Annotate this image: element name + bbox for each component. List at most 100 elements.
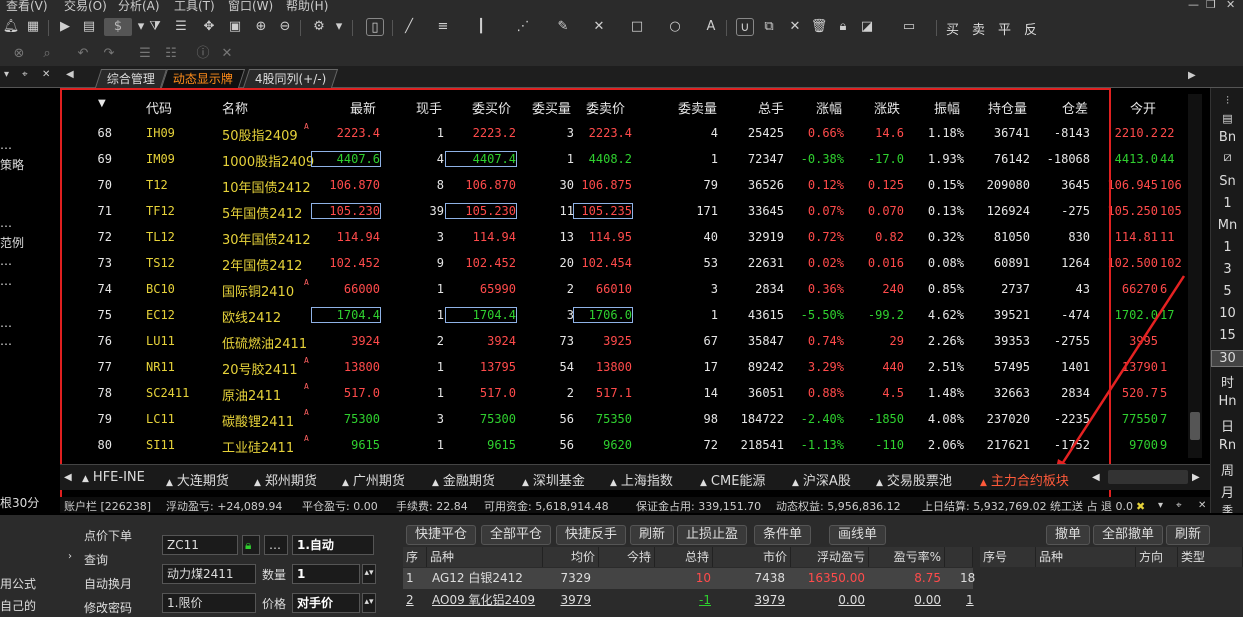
period-month[interactable]: 月 [1211, 482, 1243, 501]
price-input[interactable]: 对手价 [292, 593, 360, 613]
document-icon[interactable]: ▤ [80, 18, 98, 36]
tab-left-icon[interactable]: ◀ [66, 69, 74, 80]
pos-header-extra[interactable] [945, 547, 973, 567]
sell-button[interactable]: 卖 [972, 19, 985, 38]
market-tab-financial[interactable]: ▲ 金融期货 [432, 470, 495, 489]
table-row[interactable]: 76 LU11 低硫燃油2411 3924 2 3924 73 3925 67 35847 0.74… [60, 330, 1210, 356]
quantity-input[interactable]: 1 [292, 564, 360, 584]
period-hn[interactable]: Hn [1211, 394, 1243, 409]
header-ask[interactable]: 委卖价 [586, 98, 625, 117]
market-tab-guangzhou[interactable]: ▲ 广州期货 [342, 470, 405, 489]
table-row[interactable]: 80 SI11 工业硅2411 A 9615 1 9615 56 9620 72 218541 -1.… [60, 434, 1210, 460]
table-row[interactable]: 75 EC12 欧线2412 1704.4 1 1704.4 3 1706.0 1 43615 -5… [60, 304, 1210, 330]
header-code[interactable]: 代码 [146, 98, 172, 117]
conditional-order-button[interactable]: 条件单 [754, 525, 812, 545]
circle-tool-icon[interactable]: ○ [666, 18, 684, 36]
header-open[interactable]: 今开 [1130, 98, 1156, 117]
pos-seq[interactable]: 2 [406, 590, 414, 611]
menu-analysis[interactable]: 分析(A) [118, 0, 160, 12]
pos-header-symbol[interactable]: 品种 [427, 547, 543, 567]
mouse-icon[interactable]: ▯ [366, 18, 384, 36]
align-icon[interactable]: ☰ [136, 45, 154, 63]
pos-seq[interactable]: 1 [406, 568, 414, 589]
fib-tool-icon[interactable]: ≡ [434, 18, 452, 36]
text-tool-icon[interactable]: A [702, 18, 720, 36]
table-row[interactable]: 78 SC2411 原油2411 A 517.0 1 517.0 2 517.1 14 36051 0… [60, 382, 1210, 408]
delete-icon[interactable]: ⊗ [10, 45, 28, 63]
candle-icon[interactable]: ⫶ [1211, 94, 1243, 108]
filter-icon[interactable]: ⧩ [146, 18, 164, 36]
period-rn[interactable]: Rn [1211, 438, 1243, 453]
lock-icon[interactable]: 🔒︎ [242, 535, 260, 555]
contract-code-input[interactable]: ZC11 [162, 535, 238, 555]
table-row[interactable]: 71 TF12 5年国债2412 105.230 39 105.230 11 105.235 1… [60, 200, 1210, 226]
pin-icon[interactable]: ⌖ [1176, 500, 1182, 511]
sidebar-item[interactable]: … [0, 216, 12, 230]
close-panel-icon[interactable]: ✕ [1198, 500, 1206, 511]
order-header-symbol[interactable]: 品种 [1036, 547, 1136, 567]
sidebar-item[interactable]: … [0, 316, 12, 330]
period-15[interactable]: 15 [1211, 328, 1243, 343]
period-mn[interactable]: Mn [1211, 218, 1243, 233]
sidebar-item-example[interactable]: 范例 [0, 234, 24, 251]
crop-icon[interactable]: ▣ [226, 18, 244, 36]
table-row[interactable]: 74 BC10 国际铜2410 A 66000 1 65990 2 66010 3 2834 0.36… [60, 278, 1210, 304]
restore-icon[interactable]: ❐ [1206, 0, 1216, 11]
gear-icon[interactable]: ⚙ [310, 18, 328, 36]
tab-overview[interactable]: 综合管理 [94, 69, 168, 88]
header-volume[interactable]: 现手 [416, 98, 442, 117]
gear-dropdown-icon[interactable]: ▾ [330, 18, 348, 36]
header-bid-volume[interactable]: 委买量 [532, 98, 571, 117]
menu-view[interactable]: 查看(V) [6, 0, 48, 12]
search-icon[interactable]: ⌕ [38, 45, 56, 63]
table-row[interactable]: 79 LC11 碳酸锂2411 A 75300 3 75300 56 75350 98 184722… [60, 408, 1210, 434]
period-day[interactable]: 日 [1211, 416, 1243, 435]
bars-tool-icon[interactable]: ┃ [472, 18, 490, 36]
table-row[interactable]: 77 NR11 20号胶2411 A 13800 1 13795 54 13800 17 89242… [60, 356, 1210, 382]
header-oi-diff[interactable]: 仓差 [1062, 98, 1088, 117]
sidebar-item[interactable]: … [0, 254, 12, 268]
market-tab-hfe-ine[interactable]: ▲ HFE-INE [82, 470, 145, 485]
refresh-button[interactable]: 刷新 [630, 525, 675, 545]
list-icon[interactable]: ☰ [172, 18, 190, 36]
line-tool-icon[interactable]: ╱ [400, 18, 418, 36]
chart-icon[interactable]: ▦ [24, 18, 42, 36]
mkt-scrollbar[interactable] [1108, 470, 1188, 484]
table-row[interactable]: 69 IM09 1000股指2409 4407.6 4 4407.4 1 4408.2 1 723… [60, 148, 1210, 174]
pen-tool-icon[interactable]: ✎ [554, 18, 572, 36]
table-row[interactable]: 68 IH09 50股指2409 A 2223.4 1 2223.2 3 2223.4 4 2542… [60, 122, 1210, 148]
close-position-button[interactable]: 平 [998, 19, 1011, 38]
trash-icon[interactable]: 🗑︎ [810, 18, 828, 36]
currency-button[interactable]: $ [104, 18, 132, 36]
pos-symbol[interactable]: AG12 白银2412 [432, 568, 523, 589]
clear-icon[interactable]: ✕ [786, 18, 804, 36]
period-3[interactable]: 3 [1211, 262, 1243, 277]
auto-mode-select[interactable]: 1.自动 [292, 535, 374, 555]
sidebar-item[interactable]: … [0, 138, 12, 152]
header-name[interactable]: 名称 [222, 98, 248, 117]
reverse-button[interactable]: 反 [1024, 19, 1037, 38]
nav-change-password[interactable]: 修改密码 [84, 599, 132, 616]
market-tab-main-contracts[interactable]: ▲ 主力合约板块 [980, 470, 1069, 489]
sort-icon[interactable]: ▼ [98, 98, 106, 109]
nav-click-order[interactable]: 点价下单 [84, 527, 132, 544]
header-total[interactable]: 总手 [758, 98, 784, 117]
header-ask-volume[interactable]: 委卖量 [678, 98, 717, 117]
line-chart-icon[interactable]: ⧄ [1211, 150, 1243, 165]
copy-icon[interactable]: ⧉ [760, 18, 778, 36]
order-header-seq[interactable]: 序号 [980, 547, 1036, 567]
mkt-left-scroll-icon[interactable]: ◀ [1092, 472, 1100, 483]
menu-help[interactable]: 帮助(H) [286, 0, 328, 12]
dropdown-icon[interactable]: ▾ [1158, 500, 1163, 511]
price-type-select[interactable]: 1.限价 [162, 593, 256, 613]
quick-close-button[interactable]: 快捷平仓 [406, 525, 477, 545]
period-1[interactable]: 1 [1211, 196, 1243, 211]
price-stepper[interactable]: ▴▾ [362, 593, 376, 613]
tab-dynamic-board[interactable]: 动态显示牌 [160, 69, 246, 88]
period-hour[interactable]: 时 [1211, 372, 1243, 391]
expand-icon[interactable]: › [68, 551, 72, 562]
grid-scrollbar[interactable] [1188, 94, 1202, 458]
market-tab-stock-pool[interactable]: ▲ 交易股票池 [876, 470, 952, 489]
more-button[interactable]: … [264, 535, 288, 555]
sidebar-item[interactable]: … [0, 334, 12, 348]
